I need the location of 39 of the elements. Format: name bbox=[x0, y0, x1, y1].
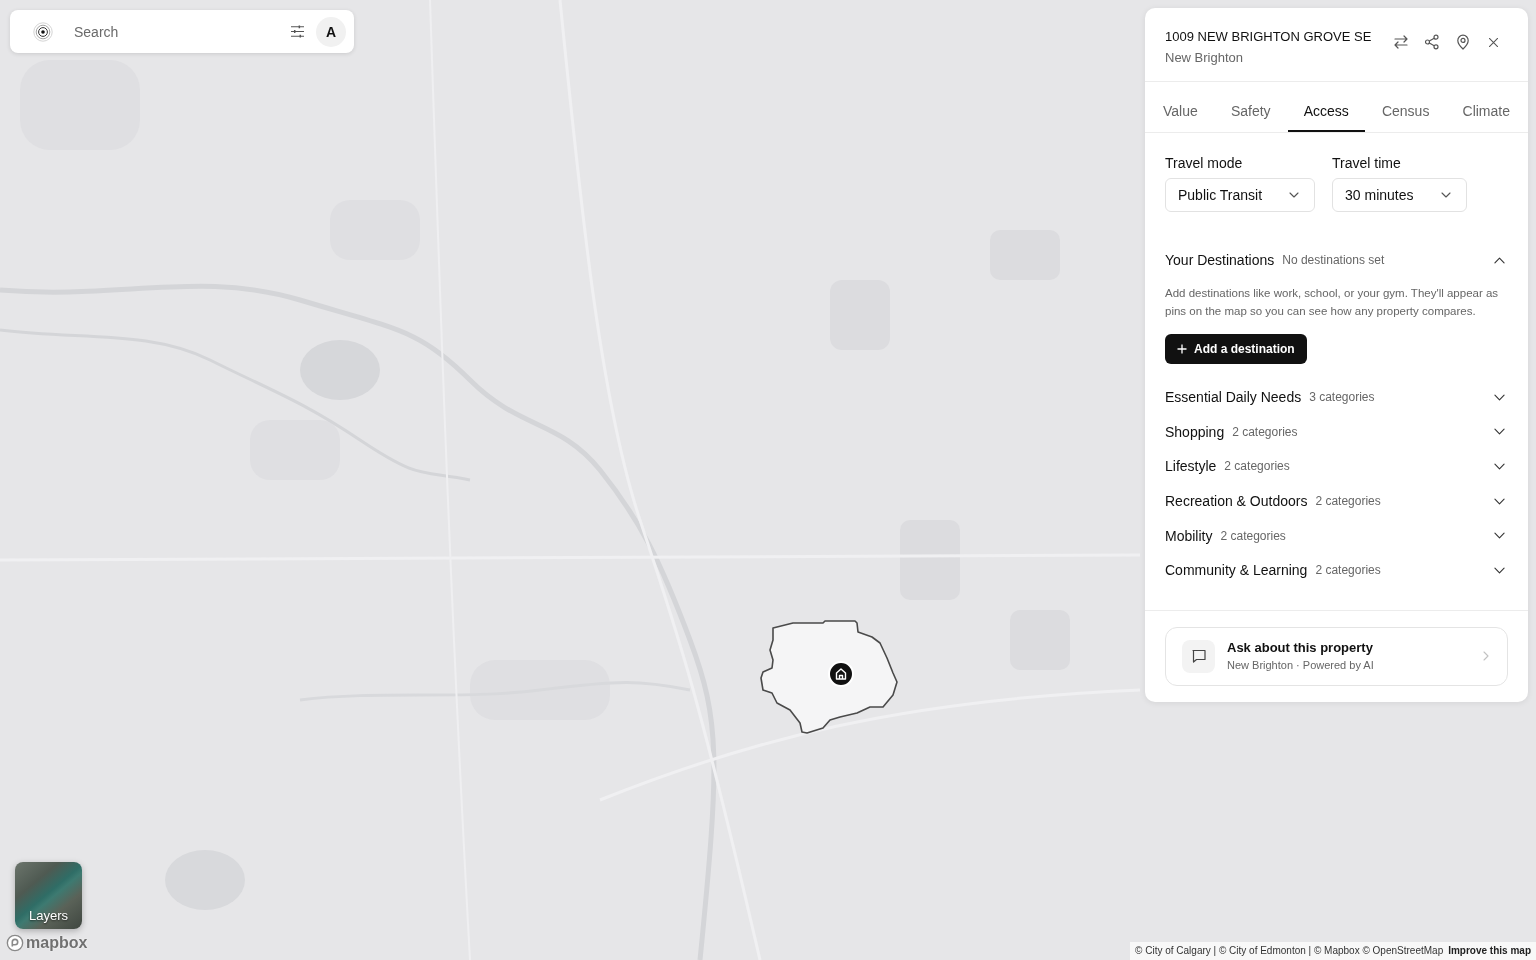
panel-tab[interactable]: Access bbox=[1287, 82, 1365, 132]
avatar-button[interactable]: A bbox=[316, 16, 346, 47]
neighbourhood-name: New Brighton bbox=[1165, 49, 1245, 67]
add-destination-button[interactable]: Add a destination bbox=[1165, 334, 1307, 364]
mapbox-logo-icon bbox=[6, 934, 24, 952]
dropdown-select[interactable]: 30 minutes bbox=[1332, 178, 1467, 212]
panel-tab[interactable]: Value bbox=[1147, 82, 1214, 132]
search-field[interactable]: Search A bbox=[10, 10, 354, 53]
swap-arrows-icon[interactable] bbox=[1392, 34, 1409, 50]
share-icon[interactable] bbox=[1423, 34, 1440, 50]
destinations-header[interactable]: Your Destinations No destinations set bbox=[1165, 250, 1508, 270]
attribution-text: © City of Calgary | © City of Edmonton | © Mapbox © OpenStreetMap bbox=[1135, 944, 1444, 958]
category-row[interactable]: Mobility 2 categories bbox=[1165, 518, 1508, 553]
category-row[interactable]: Community & Learning 2 categories bbox=[1165, 552, 1508, 588]
radar-icon[interactable] bbox=[33, 21, 53, 42]
close-icon[interactable] bbox=[1487, 35, 1500, 49]
category-row[interactable]: Recreation & Outdoors 2 categories bbox=[1165, 483, 1508, 519]
panel-tab[interactable]: Census bbox=[1365, 82, 1446, 132]
field-label: Travel mode bbox=[1165, 154, 1244, 172]
improve-map-link[interactable]: Improve this map bbox=[1448, 942, 1531, 960]
chevron-right-icon bbox=[1483, 651, 1489, 662]
property-address: 1009 NEW BRIGHTON GROVE SE bbox=[1165, 28, 1373, 46]
field-label: Travel time bbox=[1332, 154, 1402, 172]
dropdown-select[interactable]: Public Transit bbox=[1165, 178, 1316, 212]
panel-tab[interactable]: Climate bbox=[1446, 82, 1526, 132]
category-row[interactable]: Shopping 2 categories bbox=[1165, 414, 1508, 450]
category-row[interactable]: Essential Daily Needs 3 categories bbox=[1165, 380, 1508, 415]
map-pin-icon[interactable] bbox=[1454, 34, 1471, 50]
filter-sliders-icon[interactable] bbox=[290, 25, 305, 38]
chat-bubble-icon bbox=[1182, 639, 1215, 673]
category-row[interactable]: Lifestyle 2 categories bbox=[1165, 449, 1508, 484]
panel-tab[interactable]: Safety bbox=[1214, 82, 1287, 132]
destinations-description: Add destinations like work, school, or your gym. They'll appear as pins on the map so you can see how any property compares. bbox=[1165, 286, 1500, 319]
ask-property-card[interactable]: Ask about this property New Brighton · Powered by AI bbox=[1165, 626, 1508, 686]
layers-button[interactable]: Layers bbox=[15, 862, 82, 929]
logo-text: mapbox bbox=[26, 934, 88, 952]
caret-icon bbox=[1440, 192, 1451, 198]
plus-icon bbox=[1177, 344, 1187, 354]
caret-icon bbox=[1289, 192, 1300, 198]
